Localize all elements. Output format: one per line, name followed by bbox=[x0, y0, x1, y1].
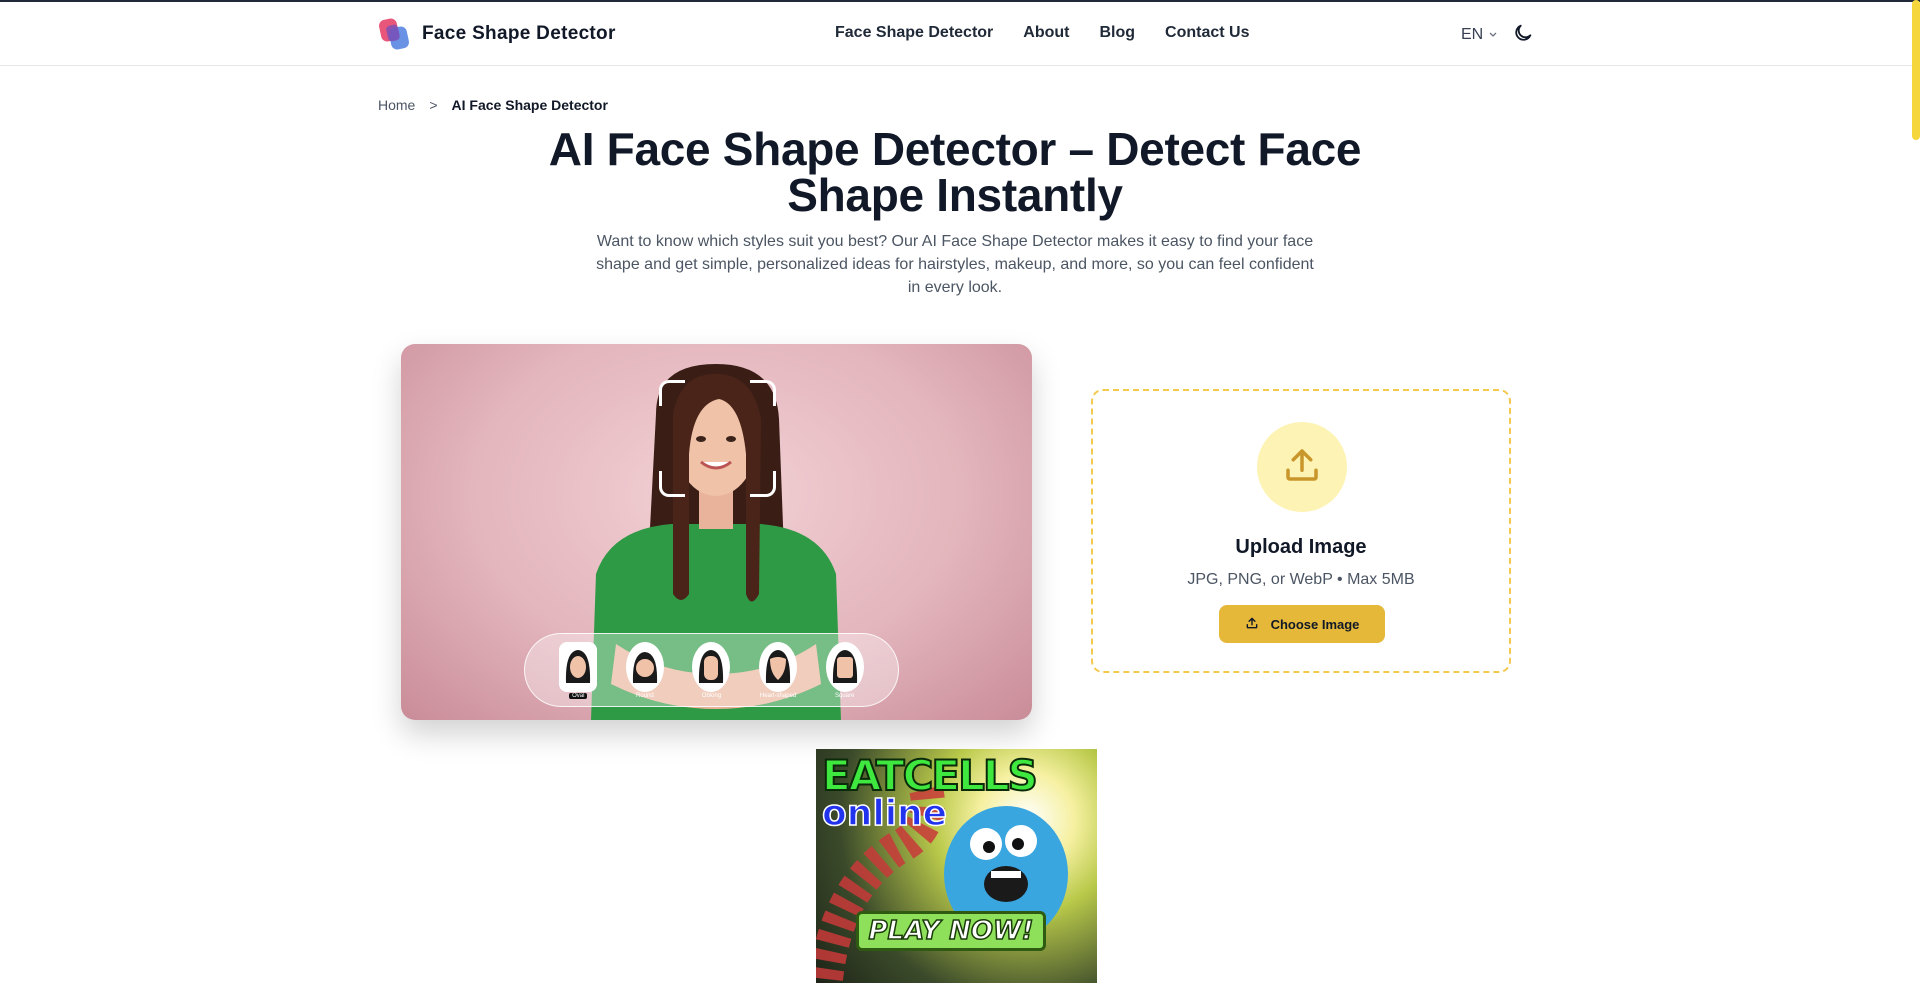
chevron-down-icon bbox=[1489, 30, 1497, 40]
shape-oval-label: Oval bbox=[569, 692, 588, 699]
choose-image-label: Choose Image bbox=[1270, 616, 1360, 632]
upload-icon bbox=[1281, 444, 1323, 491]
nav-blog[interactable]: Blog bbox=[1099, 24, 1135, 42]
breadcrumb-home[interactable]: Home bbox=[378, 97, 415, 113]
nav-face-shape-detector[interactable]: Face Shape Detector bbox=[835, 24, 993, 42]
ad-subtitle: online bbox=[821, 792, 948, 835]
upload-icon bbox=[1245, 616, 1259, 633]
shape-round: Round bbox=[625, 641, 664, 699]
brand-logo-link[interactable]: Face Shape Detector bbox=[378, 16, 616, 52]
moon-icon[interactable] bbox=[1512, 22, 1534, 44]
shape-oblong-label: Oblong bbox=[701, 692, 722, 699]
breadcrumb-current: AI Face Shape Detector bbox=[451, 97, 608, 113]
shape-square: Square bbox=[825, 641, 864, 699]
breadcrumb-separator: > bbox=[429, 97, 438, 113]
face-heart-icon bbox=[759, 641, 798, 692]
scrollbar-thumb[interactable] bbox=[1912, 0, 1920, 140]
face-scan-frame bbox=[659, 380, 776, 497]
face-oblong-icon bbox=[692, 641, 731, 692]
face-round-icon bbox=[625, 641, 664, 692]
choose-image-button[interactable]: Choose Image bbox=[1219, 605, 1385, 643]
hero-image: Oval Round Oblong Heart-shaped Square bbox=[401, 344, 1032, 720]
language-selector[interactable]: EN bbox=[1461, 26, 1497, 44]
nav-about[interactable]: About bbox=[1023, 24, 1069, 42]
upload-hint: JPG, PNG, or WebP • Max 5MB bbox=[1187, 571, 1415, 588]
shape-square-label: Square bbox=[834, 692, 855, 699]
upload-title: Upload Image bbox=[1235, 536, 1367, 558]
shape-oblong: Oblong bbox=[692, 641, 731, 699]
site-header: Face Shape Detector Face Shape Detector … bbox=[0, 2, 1920, 66]
page-title: AI Face Shape Detector – Detect Face Sha… bbox=[548, 123, 1362, 221]
face-shape-logo-icon bbox=[378, 17, 412, 51]
shape-round-label: Round bbox=[636, 692, 654, 699]
nav-contact-us[interactable]: Contact Us bbox=[1165, 24, 1249, 42]
face-square-icon bbox=[825, 641, 864, 692]
face-shape-strip: Oval Round Oblong Heart-shaped Square bbox=[524, 633, 899, 707]
shape-heart-label: Heart-shaped bbox=[759, 692, 797, 699]
breadcrumb: Home > AI Face Shape Detector bbox=[378, 97, 608, 113]
face-oval-icon bbox=[559, 641, 598, 692]
ad-play-now-button[interactable]: PLAY NOW! bbox=[856, 911, 1046, 951]
upload-icon-circle bbox=[1257, 422, 1347, 512]
language-label: EN bbox=[1461, 26, 1484, 43]
brand-name: Face Shape Detector bbox=[422, 23, 616, 44]
shape-oval: Oval bbox=[559, 641, 598, 699]
upload-dropzone[interactable]: Upload Image JPG, PNG, or WebP • Max 5MB… bbox=[1091, 389, 1511, 673]
game-advertisement[interactable]: EATCELLS online PLAY NOW! bbox=[816, 749, 1097, 983]
shape-heart: Heart-shaped bbox=[759, 641, 798, 699]
page-subtitle: Want to know which styles suit you best?… bbox=[596, 233, 1314, 296]
main-nav: Face Shape Detector About Blog Contact U… bbox=[835, 24, 1249, 42]
